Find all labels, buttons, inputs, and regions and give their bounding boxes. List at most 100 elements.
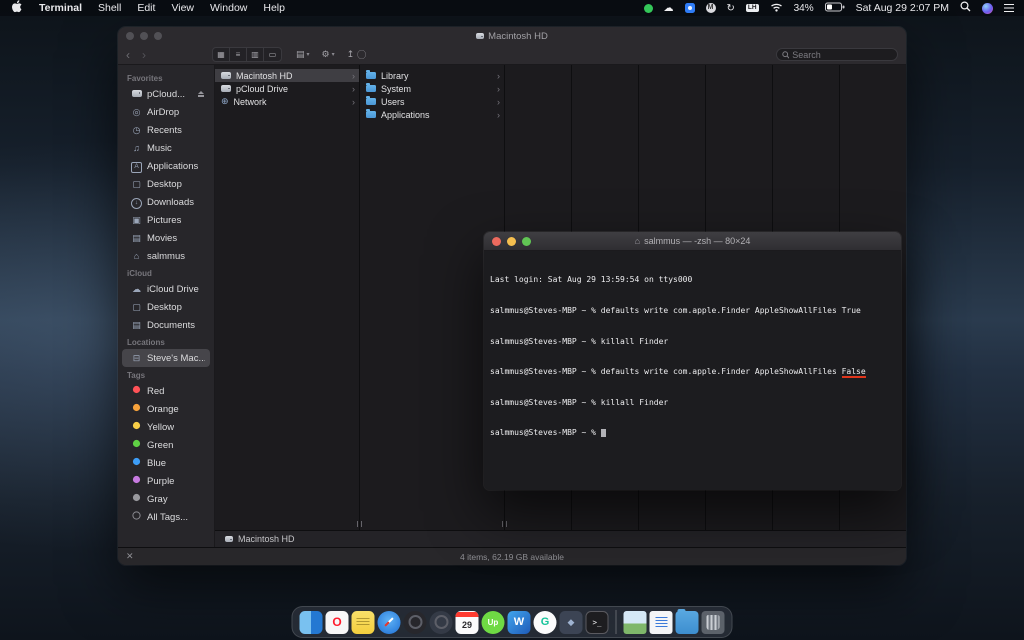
sidebar-item-downloads[interactable]: Downloads xyxy=(122,193,210,211)
sidebar-tag-green[interactable]: Green xyxy=(122,436,210,454)
sidebar-item-pcloud[interactable]: pCloud... xyxy=(122,85,210,103)
menu-edit[interactable]: Edit xyxy=(137,2,155,14)
dock-separator xyxy=(615,610,617,634)
column-item-applications[interactable]: Applications xyxy=(360,108,504,121)
menu-shell[interactable]: Shell xyxy=(98,2,121,14)
sidebar-item-music[interactable]: Music xyxy=(122,139,210,157)
menu-help[interactable]: Help xyxy=(263,2,285,14)
column-item-users[interactable]: Users xyxy=(360,95,504,108)
sidebar-item-icloud-desktop[interactable]: Desktop xyxy=(122,298,210,316)
eject-icon[interactable] xyxy=(197,91,205,97)
grammarly-glyph: G xyxy=(540,616,550,628)
share-button[interactable]: ↥ xyxy=(347,49,355,60)
tag-label: Orange xyxy=(147,403,179,415)
dock-calendar-icon[interactable]: 29 xyxy=(455,610,479,634)
sidebar-item-pictures[interactable]: Pictures xyxy=(122,211,210,229)
dock-finder-icon[interactable] xyxy=(299,610,323,634)
search-field[interactable] xyxy=(776,48,898,61)
terminal-line: salmmus@Steves-MBP ~ % defaults write co… xyxy=(490,367,866,379)
applications-icon xyxy=(131,160,142,173)
cloud-sync-icon[interactable] xyxy=(664,2,674,14)
menu-window[interactable]: Window xyxy=(210,2,247,14)
m-circle-icon[interactable]: M xyxy=(705,3,716,13)
chevron-right-icon xyxy=(497,71,500,81)
sidebar-tag-yellow[interactable]: Yellow xyxy=(122,418,210,436)
dock-safari-icon[interactable] xyxy=(377,610,401,634)
gallery-view-button[interactable]: ▭ xyxy=(264,48,281,61)
dock-trash-icon[interactable] xyxy=(701,610,725,634)
sidebar-all-tags[interactable]: All Tags... xyxy=(122,508,210,526)
sidebar-item-steves-mac[interactable]: Steve's Mac... xyxy=(122,349,210,367)
column-item-label: Network xyxy=(233,96,267,107)
dock-grammarly-icon[interactable]: G xyxy=(533,610,557,634)
column-item-library[interactable]: Library xyxy=(360,69,504,82)
dock-image-file-icon[interactable] xyxy=(623,610,647,634)
sidebar-section-icloud: iCloud xyxy=(127,269,152,278)
notification-list-icon[interactable] xyxy=(1004,4,1014,12)
column-item-pcloud-drive[interactable]: pCloud Drive xyxy=(215,82,359,95)
column-view-button[interactable]: ▥ xyxy=(247,48,264,61)
sidebar-item-label: Music xyxy=(147,142,172,154)
sidebar-item-label: salmmus xyxy=(147,250,186,262)
list-view-button[interactable]: ≡ xyxy=(230,48,247,61)
battery-icon[interactable] xyxy=(824,2,845,15)
dock-word-icon[interactable]: W xyxy=(507,610,531,634)
dock-opera-icon[interactable]: O xyxy=(325,610,349,634)
terminal-output[interactable]: Last login: Sat Aug 29 13:59:54 on ttys0… xyxy=(484,251,901,490)
finder-toolbar: ‹ › ▦ ≡ ▥ ▭ ▤▾ ⚙▾ ↥ ⃝ xyxy=(118,45,906,65)
sidebar-tag-gray[interactable]: Gray xyxy=(122,490,210,508)
icon-view-button[interactable]: ▦ xyxy=(213,48,230,61)
sidebar-tag-red[interactable]: Red xyxy=(122,382,210,400)
column-resize-handle[interactable] xyxy=(502,521,507,527)
siri-icon[interactable] xyxy=(982,2,993,14)
lh-badge-icon[interactable]: LH xyxy=(745,3,759,13)
menu-clock[interactable]: Sat Aug 29 2:07 PM xyxy=(856,2,949,14)
dock-downloads-folder-icon[interactable] xyxy=(675,608,699,634)
column-item-macintosh-hd[interactable]: Macintosh HD xyxy=(215,69,359,82)
dock-document-file-icon[interactable] xyxy=(649,610,673,634)
icloud-icon xyxy=(131,284,142,295)
back-button[interactable]: ‹ xyxy=(126,48,130,62)
sidebar-tag-purple[interactable]: Purple xyxy=(122,472,210,490)
dock-dark-app-icon[interactable]: ◆ xyxy=(559,610,583,634)
tag-dot-icon xyxy=(131,475,142,487)
wifi-icon[interactable] xyxy=(770,2,783,15)
tag-dot-icon xyxy=(131,457,142,469)
forward-button[interactable]: › xyxy=(142,48,146,62)
sidebar-item-home[interactable]: salmmus xyxy=(122,247,210,265)
sidebar-item-documents[interactable]: Documents xyxy=(122,316,210,334)
menu-app-name[interactable]: Terminal xyxy=(39,2,82,14)
tag-label: Purple xyxy=(147,475,175,487)
status-green-dot-icon[interactable] xyxy=(643,3,653,13)
movies-icon xyxy=(131,233,142,244)
hard-drive-icon xyxy=(221,72,231,79)
dock-camera-icon[interactable] xyxy=(403,610,427,634)
menu-view[interactable]: View xyxy=(171,2,194,14)
action-gear-button[interactable]: ⚙ ▾ xyxy=(322,49,335,60)
sidebar-item-recents[interactable]: Recents xyxy=(122,121,210,139)
dock-photo-app-icon[interactable] xyxy=(429,610,453,634)
column-item-network[interactable]: Network xyxy=(215,95,359,108)
sidebar-tag-blue[interactable]: Blue xyxy=(122,454,210,472)
apple-menu-icon[interactable] xyxy=(12,0,23,16)
sidebar-item-label: Movies xyxy=(147,232,178,244)
group-by-button[interactable]: ▤ ▾ xyxy=(296,49,310,60)
sidebar-item-applications[interactable]: Applications xyxy=(122,157,210,175)
sidebar-item-icloud-drive[interactable]: iCloud Drive xyxy=(122,280,210,298)
sidebar-tag-orange[interactable]: Orange xyxy=(122,400,210,418)
sidebar-item-movies[interactable]: Movies xyxy=(122,229,210,247)
dock-stickies-icon[interactable] xyxy=(351,610,375,634)
sync-arrows-icon[interactable] xyxy=(727,2,735,14)
blue-app-status-icon[interactable] xyxy=(684,3,695,13)
spotlight-icon[interactable] xyxy=(960,1,971,15)
sidebar-item-airdrop[interactable]: AirDrop xyxy=(122,103,210,121)
sidebar-section-locations: Locations xyxy=(127,338,165,347)
dock-upwork-icon[interactable]: Up xyxy=(481,610,505,634)
search-input[interactable] xyxy=(792,49,892,60)
sidebar-item-desktop[interactable]: Desktop xyxy=(122,175,210,193)
dock-terminal-icon[interactable]: >_ xyxy=(585,610,609,634)
terminal-line: Last login: Sat Aug 29 13:59:54 on ttys0… xyxy=(490,275,693,285)
close-x-icon[interactable]: ✕ xyxy=(126,551,134,562)
column-item-system[interactable]: System xyxy=(360,82,504,95)
finder-path-bar[interactable]: Macintosh HD xyxy=(215,530,906,547)
